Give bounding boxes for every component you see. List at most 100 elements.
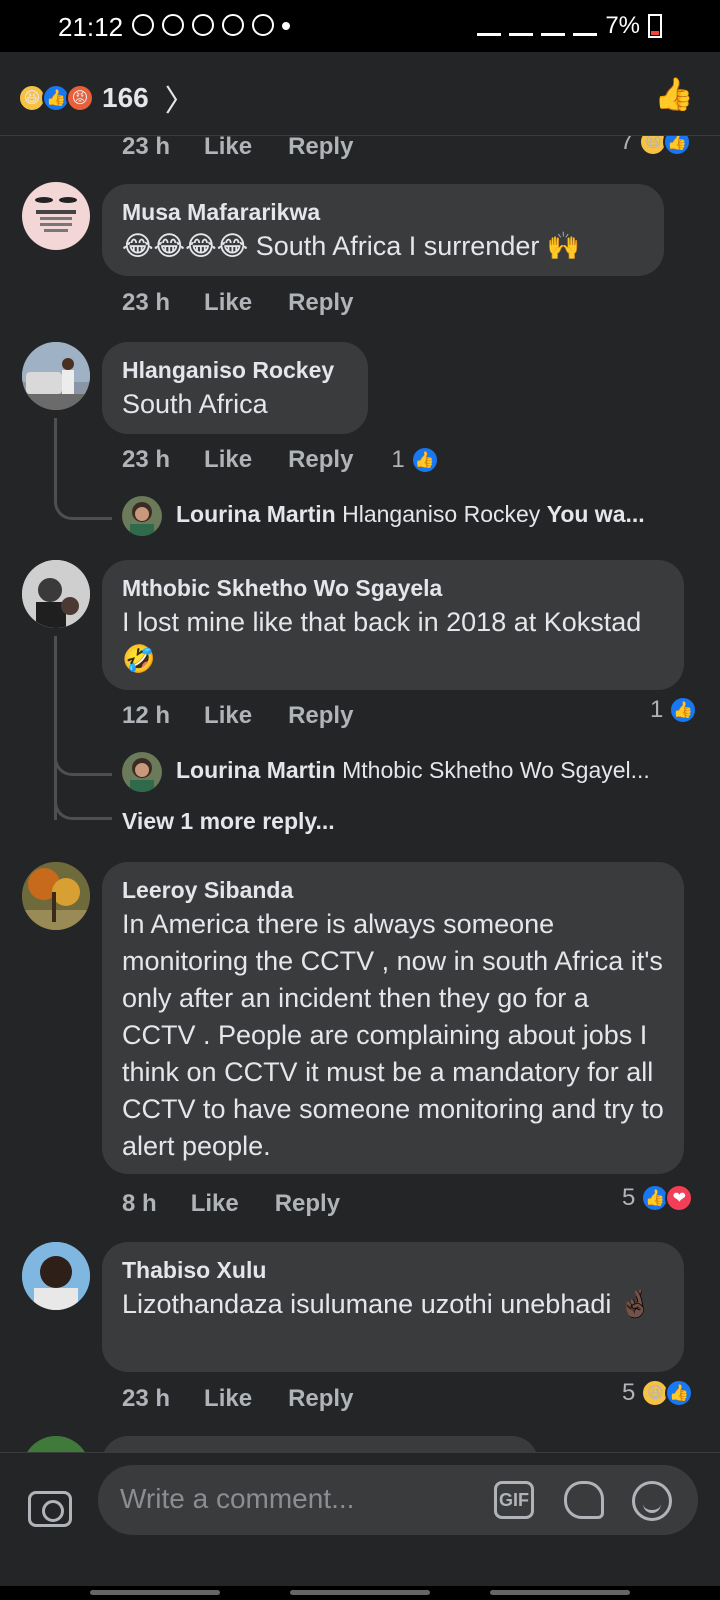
- avatar-image: [130, 758, 154, 792]
- comment-reactions[interactable]: 1 👍: [650, 696, 698, 724]
- battery-icon: [648, 14, 662, 38]
- signal-icon: [573, 16, 598, 36]
- signal-icon: [541, 16, 566, 36]
- status-bar: 21:12 7%: [0, 0, 720, 52]
- like-button[interactable]: Like: [191, 1190, 239, 1218]
- avatar[interactable]: [22, 1242, 90, 1310]
- comment-author[interactable]: Musa Mafararikwa: [122, 196, 644, 228]
- reply-author[interactable]: Lourina Martin: [176, 757, 336, 783]
- comment-time: 23 h: [122, 1385, 171, 1412]
- facebook-notification-icon: [162, 14, 184, 36]
- like-button[interactable]: Like: [204, 136, 252, 161]
- reply-mention: Mthobic Skhetho Wo Sgayel...: [342, 757, 650, 783]
- comment-time: 23 h: [122, 136, 171, 160]
- reply-button[interactable]: Reply: [288, 446, 353, 474]
- reply-mention: Hlanganiso Rockey: [342, 501, 541, 527]
- avatar-image: [22, 862, 90, 930]
- reaction-count[interactable]: 1: [391, 446, 404, 474]
- comment-time: 8 h: [122, 1190, 157, 1217]
- reply-preview[interactable]: Lourina Martin Hlanganiso Rockey You wa.…: [176, 501, 645, 528]
- nav-home-button[interactable]: [290, 1590, 430, 1595]
- comment-text: 😂😂😂😂 South Africa I surrender 🙌: [122, 231, 581, 261]
- nav-back-button[interactable]: [490, 1590, 630, 1595]
- reaction-count: 5: [622, 1379, 636, 1406]
- comments-screen: 😆 👍 😡 166 〉 👍 23 h Like Reply 7 😆 👍 Musa…: [0, 52, 720, 1600]
- avatar-image: [22, 560, 90, 628]
- gmail-notification-icon: [252, 14, 274, 36]
- reply-button[interactable]: Reply: [288, 702, 353, 730]
- comment-text: In America there is always someone monit…: [122, 909, 664, 1161]
- thread-line: [54, 418, 112, 520]
- comment-text: South Africa: [122, 389, 268, 419]
- notification-icons: [132, 14, 290, 36]
- avatar[interactable]: [22, 862, 90, 930]
- like-reaction-icon: 👍: [669, 696, 698, 724]
- avatar[interactable]: [22, 560, 90, 628]
- reply-author[interactable]: Lourina Martin: [176, 501, 336, 527]
- reaction-count: 166: [102, 82, 149, 113]
- avatar[interactable]: [122, 752, 162, 792]
- like-button[interactable]: Like: [204, 289, 252, 317]
- reply-button[interactable]: Reply: [275, 1190, 340, 1218]
- reply-button[interactable]: Reply: [288, 289, 353, 317]
- comment-text: I lost mine like that back in 2018 at Ko…: [122, 607, 642, 674]
- reply-button[interactable]: Reply: [288, 136, 353, 161]
- comment-actions: 23 h Like Reply 1 👍: [122, 443, 439, 477]
- app-notification-icon: [192, 14, 214, 36]
- comment-author[interactable]: Leeroy Sibanda: [122, 874, 664, 906]
- comment-bubble: Mthobic Skhetho Wo Sgayela I lost mine l…: [102, 560, 684, 690]
- emoji-button[interactable]: [632, 1481, 672, 1521]
- app-notification-icon: [132, 14, 154, 36]
- comment-text: Lizothandaza isulumane uzothi unebhadi 🤞…: [122, 1289, 653, 1319]
- gif-button[interactable]: GIF: [494, 1481, 534, 1519]
- view-more-replies-link[interactable]: View 1 more reply...: [122, 808, 335, 835]
- reaction-count: 5: [622, 1184, 636, 1211]
- like-button[interactable]: Like: [204, 1385, 252, 1413]
- comment-bubble: Thabiso Xulu Lizothandaza isulumane uzot…: [102, 1242, 684, 1372]
- wifi-icon: [509, 16, 534, 36]
- comment-author[interactable]: Hlanganiso Rockey: [122, 354, 348, 386]
- comment-reactions[interactable]: 7 😆 👍: [620, 136, 692, 156]
- comment-actions: 12 h Like Reply: [122, 699, 389, 733]
- comment-actions: 23 h Like Reply: [122, 136, 389, 164]
- comment-list: 23 h Like Reply 7 😆 👍 Musa Mafararikwa 😂…: [0, 136, 720, 1536]
- battery-level: 7%: [605, 12, 640, 39]
- more-notifications-icon: [282, 22, 290, 30]
- comment-composer: Write a comment... GIF: [0, 1452, 720, 1600]
- reply-text: You wa...: [546, 501, 645, 527]
- comment-author[interactable]: Mthobic Skhetho Wo Sgayela: [122, 572, 664, 604]
- comment-time: 12 h: [122, 702, 171, 729]
- sticker-button[interactable]: [564, 1481, 604, 1519]
- avatar[interactable]: [22, 342, 90, 410]
- comment-actions: 8 h Like Reply: [122, 1187, 376, 1221]
- comment-bubble: Leeroy Sibanda In America there is alway…: [102, 862, 684, 1174]
- camera-button[interactable]: [28, 1491, 72, 1527]
- like-button[interactable]: Like: [204, 446, 252, 474]
- reactions-summary[interactable]: 😆 👍 😡 166 〉: [18, 76, 195, 120]
- avatar-image: [22, 342, 90, 410]
- status-time: 21:12: [58, 12, 124, 42]
- like-reaction-icon: 👍: [663, 136, 692, 156]
- like-post-button[interactable]: 👍: [654, 74, 694, 114]
- alarm-icon: [477, 16, 502, 36]
- messenger-notification-icon: [222, 14, 244, 36]
- comment-input[interactable]: Write a comment... GIF: [98, 1465, 698, 1535]
- comment-author[interactable]: Thabiso Xulu: [122, 1254, 664, 1286]
- comment-bubble: Musa Mafararikwa 😂😂😂😂 South Africa I sur…: [102, 184, 664, 276]
- avatar-image: [22, 1242, 90, 1310]
- avatar[interactable]: [22, 182, 90, 250]
- love-reaction-icon: ❤: [665, 1184, 694, 1212]
- like-button[interactable]: Like: [204, 702, 252, 730]
- comment-bubble: Hlanganiso Rockey South Africa: [102, 342, 368, 434]
- reply-preview[interactable]: Lourina Martin Mthobic Skhetho Wo Sgayel…: [176, 757, 650, 784]
- reply-button[interactable]: Reply: [288, 1385, 353, 1413]
- reactions-header: 😆 👍 😡 166 〉 👍: [0, 52, 720, 136]
- comment-reactions[interactable]: 5 👍 ❤: [622, 1184, 694, 1212]
- nav-recents-button[interactable]: [90, 1590, 220, 1595]
- comment-time: 23 h: [122, 289, 171, 316]
- avatar-image: [130, 502, 154, 536]
- comment-reactions[interactable]: 5 😆 👍: [622, 1379, 694, 1407]
- avatar[interactable]: [122, 496, 162, 536]
- comment-time: 23 h: [122, 446, 171, 473]
- reaction-count: 7: [620, 136, 634, 155]
